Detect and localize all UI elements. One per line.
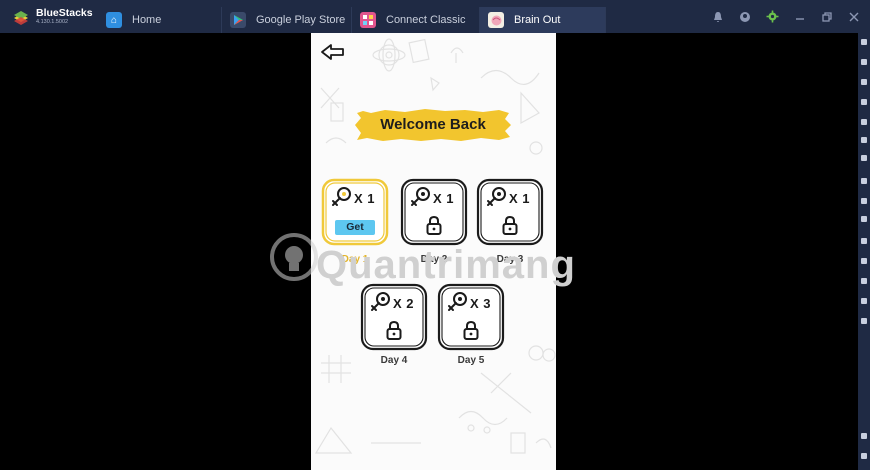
toolbar-volume-icon[interactable]: [861, 59, 867, 65]
brain-out-icon: [488, 12, 504, 28]
tab-brain-out[interactable]: Brain Out: [480, 7, 606, 33]
toolbar-sync-icon[interactable]: [861, 298, 867, 304]
system-icons: [712, 0, 860, 33]
watermark-text: Quantrimang: [316, 243, 576, 287]
day-1-reward-card[interactable]: X 1 Get: [320, 177, 390, 247]
key-icon: [448, 292, 467, 311]
lock-icon: [386, 320, 402, 340]
tab-label: Google Play Store: [256, 14, 346, 26]
back-arrow-button[interactable]: [320, 43, 346, 61]
get-reward-button[interactable]: Get: [335, 220, 375, 235]
day-4-reward-card[interactable]: X 2: [359, 282, 429, 352]
settings-gear-icon[interactable]: [766, 10, 779, 23]
toolbar-multi-instance-icon[interactable]: [861, 137, 867, 143]
toolbar-location-icon[interactable]: [861, 198, 867, 204]
toolbar-media-icon[interactable]: [861, 258, 867, 264]
tab-label: Connect Classic: [386, 14, 466, 26]
minimize-icon[interactable]: [794, 11, 806, 23]
brand-name: BlueStacks: [36, 6, 93, 19]
key-icon: [487, 187, 506, 206]
toolbar-expand-icon[interactable]: [861, 39, 867, 45]
lock-icon: [502, 215, 518, 235]
toolbar-rotate-icon[interactable]: [861, 238, 867, 244]
key-multiplier: X 3: [470, 296, 492, 311]
key-icon: [332, 187, 351, 206]
day-5-label: Day 5: [457, 355, 485, 366]
toolbar-record-icon[interactable]: [861, 178, 867, 184]
toolbar-keyboard-icon[interactable]: [861, 99, 867, 105]
toolbar-copy-icon[interactable]: [861, 278, 867, 284]
key-multiplier: X 1: [433, 191, 455, 206]
tab-label: Brain Out: [514, 14, 561, 26]
key-multiplier: X 1: [354, 191, 376, 206]
bluestacks-logo-icon: [14, 10, 28, 25]
toolbar-shake-icon[interactable]: [861, 216, 867, 222]
tab-google-play-store[interactable]: Google Play Store: [222, 7, 352, 33]
welcome-back-title: Welcome Back: [380, 116, 486, 133]
tab-home[interactable]: ⌂ Home: [98, 7, 222, 33]
restore-icon[interactable]: [821, 11, 833, 23]
tab-label: Home: [132, 14, 162, 26]
toolbar-macro-icon[interactable]: [861, 318, 867, 324]
home-icon: ⌂: [106, 12, 122, 28]
key-icon: [371, 292, 390, 311]
play-store-icon: [230, 12, 246, 28]
tab-connect-classic[interactable]: Connect Classic: [352, 7, 480, 33]
day-2-reward-card[interactable]: X 1: [399, 177, 469, 247]
day-5-reward-card[interactable]: X 3: [436, 282, 506, 352]
lock-icon: [463, 320, 479, 340]
notification-bell-icon[interactable]: [712, 11, 724, 23]
toolbar-screenshot-icon[interactable]: [861, 155, 867, 161]
connect-classic-icon: [360, 12, 376, 28]
bluestacks-brand[interactable]: BlueStacks 4.130.1.5002: [0, 0, 98, 33]
key-icon: [411, 187, 430, 206]
lock-icon: [426, 215, 442, 235]
close-icon[interactable]: [848, 11, 860, 23]
toolbar-eye-icon[interactable]: [861, 119, 867, 125]
toolbar-fullscreen-icon[interactable]: [861, 79, 867, 85]
key-multiplier: X 1: [509, 191, 531, 206]
account-icon[interactable]: [739, 11, 751, 23]
day-4-label: Day 4: [380, 355, 408, 366]
toolbar-back-icon[interactable]: [861, 453, 867, 459]
toolbar-settings-icon[interactable]: [861, 433, 867, 439]
bluestacks-window: BlueStacks 4.130.1.5002 ⌂ Home Google Pl…: [0, 0, 870, 470]
brand-version: 4.130.1.5002: [36, 19, 69, 25]
title-bar: BlueStacks 4.130.1.5002 ⌂ Home Google Pl…: [0, 0, 870, 33]
key-multiplier: X 2: [393, 296, 415, 311]
right-toolbar: [858, 33, 870, 470]
day-3-reward-card[interactable]: X 1: [475, 177, 545, 247]
